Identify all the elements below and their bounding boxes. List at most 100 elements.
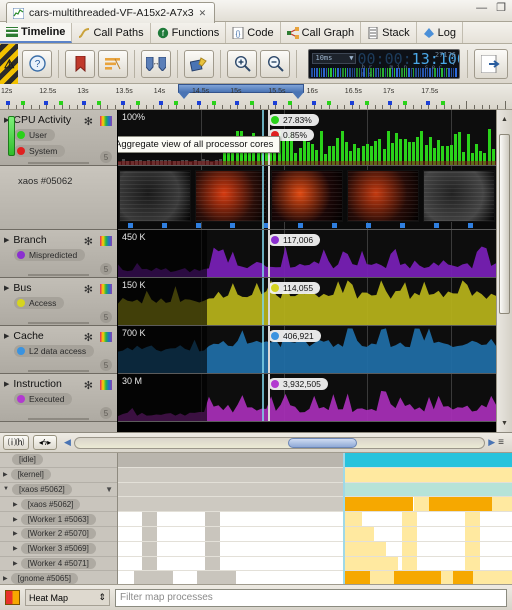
frame-thumbnail[interactable]	[423, 170, 495, 222]
frame-thumbnail[interactable]	[119, 170, 191, 222]
scroll-up-icon[interactable]: ▲	[497, 112, 512, 126]
tab-code[interactable]: {} Code	[226, 22, 280, 43]
frame-marker[interactable]	[230, 223, 235, 228]
series-chip[interactable]: Executed	[14, 393, 72, 405]
scale-badge[interactable]: 5	[100, 263, 112, 275]
scale-badge[interactable]: 5	[100, 151, 112, 163]
track-lane[interactable]: 30 M3,932,505	[118, 374, 496, 422]
filter-icon[interactable]: ▼	[105, 485, 113, 494]
track-lane[interactable]: 100%27.83%0.85%Aggregate view of all pro…	[118, 110, 496, 166]
time-cursor[interactable]	[268, 166, 270, 229]
heatmap-row-bands[interactable]	[118, 497, 512, 512]
gear-icon[interactable]: ✻	[84, 379, 93, 392]
heatmap-row-bands[interactable]	[118, 483, 512, 498]
expander-icon[interactable]: ▶	[3, 471, 8, 478]
h-scroll-track[interactable]	[74, 437, 485, 449]
ruler-marker-blue[interactable]	[159, 101, 163, 105]
color-swatch[interactable]	[100, 332, 112, 342]
tab-log[interactable]: Log	[417, 22, 463, 43]
zoom-in-button[interactable]	[227, 50, 257, 78]
tab-timeline[interactable]: Timeline	[0, 22, 72, 43]
heatmap-process-row[interactable]: ▶[Worker 3 #5069]	[0, 542, 117, 557]
ruler-marker-blue[interactable]	[121, 101, 125, 105]
expander-icon[interactable]: ▶	[13, 545, 18, 552]
menu-icon[interactable]: ≡	[498, 437, 506, 448]
frame-thumbnail[interactable]	[195, 170, 267, 222]
frame-marker[interactable]	[400, 223, 405, 228]
color-swatch[interactable]	[100, 236, 112, 246]
selection-cursor[interactable]	[262, 230, 264, 277]
time-readout[interactable]: 10ms ▼ 00:00:13:100 hr. min. sec. ms 271…	[308, 49, 460, 79]
frame-marker[interactable]	[332, 223, 337, 228]
paint-button[interactable]	[184, 50, 214, 78]
track-resize-handle[interactable]	[28, 274, 89, 276]
heatmap-horizontal-scrollbar[interactable]: ◀ ▶ ≡	[64, 436, 506, 450]
ruler-marker-blue[interactable]	[312, 101, 316, 105]
frame-marker[interactable]	[366, 223, 371, 228]
bookmark-button[interactable]	[65, 50, 95, 78]
frame-marker[interactable]	[298, 223, 303, 228]
expander-icon[interactable]: ▶	[13, 560, 18, 567]
tab-stack[interactable]: Stack	[361, 22, 417, 43]
value-label[interactable]: 406,921	[268, 330, 321, 342]
timeline-ruler[interactable]: 12s12.5s13s13.5s14s14.5s15s15.5s16s16.5s…	[0, 84, 512, 110]
track-resize-handle[interactable]	[28, 162, 89, 164]
selection-cursor[interactable]	[262, 374, 264, 421]
track-header-instruction[interactable]: ▶Instruction✻Executed5	[0, 374, 117, 422]
tab-functions[interactable]: f Functions	[151, 22, 227, 43]
filter-button[interactable]	[98, 50, 128, 78]
track-header-branch[interactable]: ▶Branch✻Mispredicted5	[0, 230, 117, 278]
heatmap-process-row[interactable]: [idle]	[0, 453, 117, 468]
heatmap-process-row[interactable]: ▶[Worker 4 #5071]	[0, 557, 117, 572]
ruler-marker-green[interactable]	[136, 101, 140, 105]
series-chip[interactable]: User	[14, 129, 55, 141]
ruler-marker-green[interactable]	[288, 101, 292, 105]
ruler-marker-green[interactable]	[59, 101, 63, 105]
heatmap-row-bands[interactable]	[118, 571, 512, 584]
color-swatch[interactable]	[100, 116, 112, 126]
color-swatch[interactable]	[100, 284, 112, 294]
series-chip[interactable]: Access	[14, 297, 64, 309]
time-cursor[interactable]	[268, 374, 270, 421]
heatmap-row-bands[interactable]	[118, 453, 512, 468]
gear-icon[interactable]: ✻	[84, 115, 93, 128]
ruler-marker-green[interactable]	[441, 101, 445, 105]
time-cursor[interactable]	[268, 230, 270, 277]
selection-cursor[interactable]	[262, 326, 264, 373]
selection-cursor[interactable]	[262, 166, 264, 229]
frame-marker[interactable]	[434, 223, 439, 228]
scale-badge[interactable]: 5	[100, 407, 112, 419]
expander-icon[interactable]: ▶	[4, 332, 9, 340]
track-header-cpu-activity[interactable]: ▶CPU Activity✻UserSystem5	[0, 110, 117, 166]
track-lane[interactable]: 450 K117,006	[118, 230, 496, 278]
track-lane[interactable]: 150 K114,055	[118, 278, 496, 326]
scroll-right-icon[interactable]: ▶	[488, 437, 495, 448]
ruler-marker-green[interactable]	[250, 101, 254, 105]
expander-icon[interactable]: ▶	[4, 236, 9, 244]
ruler-marker-blue[interactable]	[82, 101, 86, 105]
value-label[interactable]: 3,932,505	[268, 378, 328, 390]
mode-select[interactable]: Heat Map ⇕	[25, 589, 110, 606]
series-chip[interactable]: System	[14, 145, 65, 157]
filter-input[interactable]: Filter map processes	[120, 592, 213, 603]
heatmap-wrench-button[interactable]: ◂ϟ▸	[33, 435, 57, 450]
expander-icon[interactable]: ▶	[4, 380, 9, 388]
frame-marker[interactable]	[128, 223, 133, 228]
ruler-marker-green[interactable]	[21, 101, 25, 105]
heatmap-row-bands[interactable]	[118, 557, 512, 572]
ruler-marker-blue[interactable]	[426, 101, 430, 105]
heatmap-process-row[interactable]: ▶[Worker 1 #5063]	[0, 512, 117, 527]
value-label[interactable]: 27.83%	[268, 114, 319, 126]
value-label[interactable]: 117,006	[268, 234, 320, 246]
ruler-marker-green[interactable]	[174, 101, 178, 105]
track-resize-handle[interactable]	[28, 370, 89, 372]
frame-marker[interactable]	[162, 223, 167, 228]
ruler-marker-blue[interactable]	[6, 101, 10, 105]
scale-badge[interactable]: 5	[100, 311, 112, 323]
frame-marker[interactable]	[468, 223, 473, 228]
ruler-marker-green[interactable]	[403, 101, 407, 105]
track-resize-handle[interactable]	[28, 418, 89, 420]
expander-icon[interactable]: ▼	[3, 486, 9, 492]
track-header-process[interactable]: xaos #05062	[0, 166, 117, 230]
ruler-marker-blue[interactable]	[197, 101, 201, 105]
